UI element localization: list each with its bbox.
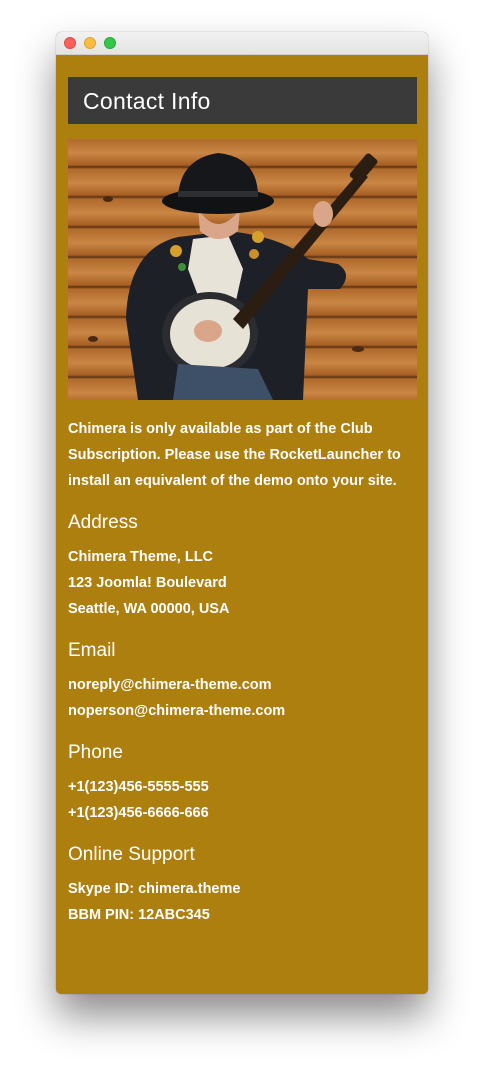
email-address[interactable]: noperson@chimera-theme.com [68,698,417,724]
banjo-player-image [68,139,417,400]
address-line: 123 Joomla! Boulevard [68,575,227,591]
phone-heading: Phone [68,742,123,763]
phone-section: Phone +1(123)456-5555-555 +1(123)456-666… [68,742,417,826]
bbm-pin: BBM PIN: 12ABC345 [68,907,210,923]
module-heading-bar: Contact Info [68,77,417,124]
address-line: Chimera Theme, LLC [68,549,214,565]
online-support-heading: Online Support [68,844,195,865]
close-window-button[interactable] [64,37,76,49]
address-heading: Address [68,512,138,533]
banjo-player-illustration [88,153,378,400]
address-line: Seattle, WA 00000, USA [68,601,230,617]
browser-window: Contact Info Chimera is only available a… [56,32,428,994]
skype-id: Skype ID: chimera.theme [68,881,241,897]
email-address[interactable]: noreply@chimera-theme.com [68,672,417,698]
email-heading: Email [68,640,116,661]
minimize-window-button[interactable] [84,37,96,49]
module-title: Contact Info [83,88,211,114]
email-section: Email noreply@chimera-theme.com noperson… [68,640,417,724]
phone-number: +1(123)456-5555-555 [68,779,209,795]
address-section: Address Chimera Theme, LLC 123 Joomla! B… [68,512,417,622]
title-bar [56,32,428,55]
maximize-window-button[interactable] [104,37,116,49]
intro-text: Chimera is only available as part of the… [68,421,401,489]
contact-module: Contact Info Chimera is only available a… [68,55,417,928]
phone-number: +1(123)456-6666-666 [68,805,209,821]
online-support-section: Online Support Skype ID: chimera.theme B… [68,844,417,928]
